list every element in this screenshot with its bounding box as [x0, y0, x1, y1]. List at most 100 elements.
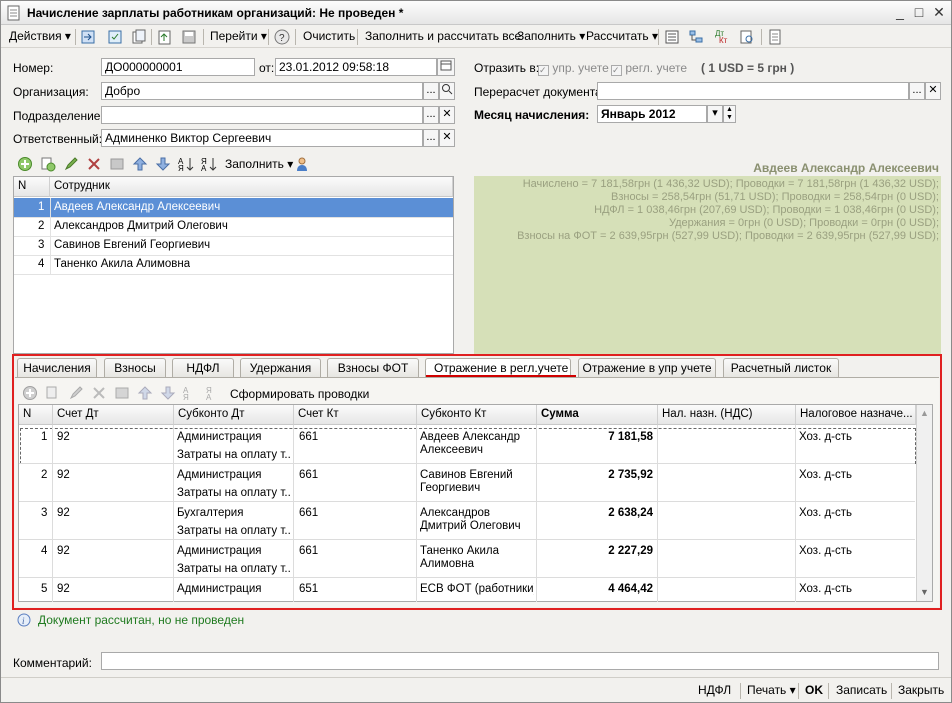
scroll-up-icon[interactable]: ▲	[920, 408, 929, 418]
emp-row-name[interactable]: Савинов Евгений Георгиевич	[54, 239, 210, 251]
posting-sub-dt-2[interactable]: Затраты на оплату т...	[177, 563, 291, 575]
list-icon[interactable]	[664, 29, 680, 45]
description-icon[interactable]	[767, 29, 783, 45]
minimize-button[interactable]: _	[891, 4, 909, 21]
month-dropdown-button[interactable]: ▾	[707, 105, 723, 123]
ok-button[interactable]: OK	[805, 683, 823, 697]
posting-sub-kt-1[interactable]: Александров	[420, 507, 534, 519]
structure-icon[interactable]	[688, 29, 704, 45]
posting-sub-kt-2[interactable]: Дмитрий Олегович	[420, 520, 534, 532]
col-n-header[interactable]: N	[19, 405, 53, 425]
posting-sum[interactable]: 2 735,92	[541, 469, 653, 481]
posting-sum[interactable]: 4 464,42	[541, 583, 653, 595]
sort-asc-icon[interactable]: АЯ	[178, 156, 194, 172]
recalc-select-button[interactable]: ...	[909, 82, 925, 100]
posting-kt[interactable]: 661	[299, 469, 318, 481]
end-edit-icon[interactable]	[109, 156, 125, 172]
posting-sum[interactable]: 7 181,58	[541, 431, 653, 443]
posting-kt[interactable]: 661	[299, 431, 318, 443]
posting-dt[interactable]: 92	[57, 431, 70, 443]
posting-sub-kt-2[interactable]: Георгиевич	[420, 482, 534, 494]
clear-button[interactable]: Очистить	[303, 29, 355, 43]
emp-row-name[interactable]: Александров Дмитрий Олегович	[54, 220, 228, 232]
save-button[interactable]: Записать	[836, 683, 887, 697]
posting-sum[interactable]: 2 227,29	[541, 545, 653, 557]
help-icon[interactable]: ?	[274, 29, 290, 45]
add-icon[interactable]	[17, 156, 33, 172]
form-postings-button[interactable]: Сформировать проводки	[230, 387, 369, 401]
number-field[interactable]: ДО000000001	[101, 58, 255, 76]
ndfl-button[interactable]: НДФЛ	[698, 683, 731, 697]
actions-menu[interactable]: Действия ▾	[9, 29, 71, 43]
close-window-button[interactable]: ✕	[930, 4, 948, 21]
save-icon[interactable]	[181, 29, 197, 45]
posting-sub-dt-2[interactable]: Затраты на оплату т...	[177, 525, 291, 537]
posting-sub-kt-1[interactable]: Авдеев Александр	[420, 431, 534, 443]
move-up-icon[interactable]	[132, 156, 148, 172]
print-menu[interactable]: Печать ▾	[747, 683, 796, 697]
emp-row-name[interactable]: Авдеев Александр Алексеевич	[54, 201, 220, 213]
posting-sub-dt-2[interactable]: Затраты на оплату т...	[177, 449, 291, 461]
edit-icon[interactable]	[63, 156, 79, 172]
posting-dt[interactable]: 92	[57, 469, 70, 481]
calc-menu[interactable]: Рассчитать ▾	[586, 29, 658, 43]
posting-dt[interactable]: 92	[57, 545, 70, 557]
col-sum-header[interactable]: Сумма	[537, 405, 658, 425]
col-kt-header[interactable]: Счет Кт	[294, 405, 417, 425]
date-field[interactable]: 23.01.2012 09:58:18	[275, 58, 437, 76]
recalc-field[interactable]	[597, 82, 909, 100]
posting-kt[interactable]: 651	[299, 583, 318, 595]
posting-purpose[interactable]: Хоз. д-сть	[799, 431, 852, 443]
posting-kt[interactable]: 661	[299, 545, 318, 557]
sort-desc-posting-icon[interactable]: ЯА	[206, 385, 222, 401]
reflect-regl-checkbox[interactable]: ✓ регл. учете	[611, 61, 687, 76]
delete-posting-icon[interactable]	[91, 385, 107, 401]
col-sub-dt-header[interactable]: Субконто Дт	[174, 405, 294, 425]
posting-sub-kt-1[interactable]: Таненко Акила	[420, 545, 534, 557]
posting-sub-kt-1[interactable]: ЕСВ ФОТ (работники)	[420, 583, 534, 595]
col-purpose-header[interactable]: Налоговое назначе...	[796, 405, 916, 425]
posting-sub-dt-1[interactable]: Администрация	[177, 545, 291, 557]
move-up-posting-icon[interactable]	[137, 385, 153, 401]
month-field[interactable]: Январь 2012	[597, 105, 707, 123]
end-edit-posting-icon[interactable]	[114, 385, 130, 401]
edit-posting-icon[interactable]	[68, 385, 84, 401]
recalc-clear-button[interactable]: ✕	[925, 82, 941, 100]
add-posting-icon[interactable]	[22, 385, 38, 401]
posting-dt[interactable]: 92	[57, 507, 70, 519]
posting-dt[interactable]: 92	[57, 583, 70, 595]
fill-calc-all-button[interactable]: Заполнить и рассчитать все	[365, 29, 521, 43]
dept-clear-button[interactable]: ✕	[439, 106, 455, 124]
report-icon[interactable]	[739, 29, 755, 45]
org-select-button[interactable]: ...	[423, 82, 439, 100]
delete-icon[interactable]	[86, 156, 102, 172]
post-close-icon[interactable]	[80, 29, 96, 45]
move-down-icon[interactable]	[155, 156, 171, 172]
posting-sub-kt-2[interactable]: Алексеевич	[420, 444, 534, 456]
user-icon[interactable]	[294, 156, 310, 172]
close-button[interactable]: Закрыть	[898, 683, 944, 697]
reflect-upr-checkbox[interactable]: ✓ упр. учете	[538, 61, 609, 76]
copy-icon[interactable]	[131, 29, 147, 45]
post-icon[interactable]	[107, 29, 123, 45]
dept-field[interactable]	[101, 106, 423, 124]
resp-clear-button[interactable]: ✕	[439, 129, 455, 147]
col-dt-header[interactable]: Счет Дт	[53, 405, 174, 425]
col-employee-header[interactable]: Сотрудник	[50, 177, 453, 197]
sort-desc-icon[interactable]: ЯА	[201, 156, 217, 172]
emp-fill-menu[interactable]: Заполнить ▾	[225, 157, 293, 171]
posting-sub-dt-1[interactable]: Администрация	[177, 583, 291, 595]
col-n-header[interactable]: N	[14, 177, 50, 197]
copy-posting-icon[interactable]	[45, 385, 61, 401]
posting-purpose[interactable]: Хоз. д-сть	[799, 583, 852, 595]
posting-sub-dt-1[interactable]: Бухгалтерия	[177, 507, 291, 519]
scroll-down-icon[interactable]: ▼	[920, 587, 929, 597]
comment-field[interactable]	[101, 652, 939, 670]
resp-field[interactable]: Админенко Виктор Сергеевич	[101, 129, 423, 147]
posting-sub-dt-1[interactable]: Администрация	[177, 469, 291, 481]
posting-sub-kt-1[interactable]: Савинов Евгений	[420, 469, 534, 481]
posting-purpose[interactable]: Хоз. д-сть	[799, 507, 852, 519]
posting-purpose[interactable]: Хоз. д-сть	[799, 545, 852, 557]
dt-kt-icon[interactable]: ДтКт	[714, 28, 730, 44]
maximize-button[interactable]: □	[910, 4, 928, 21]
